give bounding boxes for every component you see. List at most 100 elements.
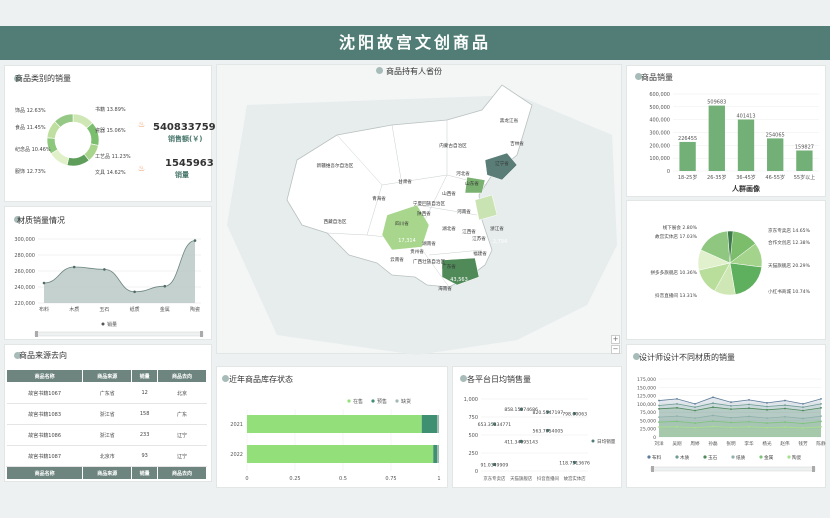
y-tick-label: 75,000 <box>640 410 656 416</box>
map-panel: 商品持有人省份 新疆维吾尔自治区 西藏自治区 青海省 甘肃省 四川省 云南省 贵州省 广西壮族… <box>216 64 623 355</box>
page-title: 沈阳故宫文创商品 <box>0 26 830 60</box>
table-row[interactable]: 故宫书籍1083 浙江省 158 广东 <box>6 403 207 425</box>
y-tick-label: 280,000 <box>14 253 35 259</box>
y-tick-label: 175,000 <box>637 377 656 383</box>
legend-marker <box>591 439 595 443</box>
series-point <box>694 422 696 424</box>
bar-value-label: 159827 <box>795 144 814 150</box>
x-tick-label: 钱芳 <box>798 440 808 447</box>
x-tick-label: 18-25岁 <box>678 174 698 181</box>
series-point <box>766 426 768 429</box>
series-point <box>802 427 804 429</box>
table-row[interactable]: 故宫书籍1086 浙江省 233 辽宁 <box>6 424 207 446</box>
x-tick-label: 赵伟 <box>780 440 790 447</box>
bar <box>796 150 813 171</box>
series-point <box>676 415 678 418</box>
series-point <box>802 422 804 425</box>
series-point <box>820 406 822 409</box>
zoom-in-button[interactable]: + <box>611 335 620 344</box>
province-label: 陕西省 <box>417 210 431 217</box>
province-label: 河北省 <box>456 170 470 177</box>
table-cell: 广东省 <box>82 382 132 404</box>
series-point <box>820 397 822 400</box>
table-row[interactable]: 故宫书籍1087 北京市 93 辽宁 <box>6 445 207 467</box>
x-tick-label: 孙磊 <box>708 440 718 447</box>
y-tick-label: 260,000 <box>14 269 35 275</box>
y-tick-label: 150,000 <box>637 385 656 391</box>
category-panel: 商品类别的销量 书籍 13.89% 瓷器 15.06% 工艺品 11.23% 文具 1… <box>4 65 233 202</box>
legend-marker <box>101 322 105 326</box>
series-point <box>766 408 768 411</box>
bar-value-label: 509683 <box>707 100 726 106</box>
table-row[interactable]: 故宫书籍1067 广东省 12 北京 <box>6 382 207 404</box>
province-label: 湖北省 <box>442 225 456 232</box>
x-tick-label: 张明 <box>726 440 736 447</box>
legend-marker <box>675 455 679 459</box>
province-label: 浙江省 <box>490 225 504 232</box>
province-label: 云南省 <box>390 256 404 263</box>
y-tick-label: 500,000 <box>649 105 670 111</box>
series-point <box>694 402 696 405</box>
y-tick-label: 2022 <box>230 452 243 458</box>
series-point <box>694 417 696 420</box>
legend-label: 陶瓷 <box>792 454 802 461</box>
series-point <box>712 402 714 405</box>
y-tick-label: 2021 <box>230 422 243 428</box>
legend-label: 金属 <box>764 454 774 461</box>
legend-marker <box>647 455 651 459</box>
area-point <box>42 281 46 285</box>
table-cell: 北京 <box>157 382 207 404</box>
y-tick-label: 500 <box>468 433 478 439</box>
table-cell: 北京市 <box>82 445 132 467</box>
zoom-slider-handle <box>651 466 654 472</box>
x-tick-label: 天猫旗舰店 <box>510 475 533 482</box>
table-cell: 辽宁 <box>157 424 207 446</box>
table-cell: 233 <box>131 424 158 446</box>
province-map[interactable]: 新疆维吾尔自治区西藏自治区 青海省 甘肃省四川省云南省贵州省广西壮族自治区广东省 湖南… <box>217 65 623 355</box>
province-label: 新疆维吾尔自治区 <box>317 162 354 169</box>
x-tick-label: 55岁以上 <box>794 174 815 181</box>
series-point <box>694 409 696 412</box>
inventory-bar-chart: 在售 预售 缺货 0 0.25 0.5 0.75 1 2021 2022 <box>230 398 440 482</box>
fire-icon: ♨ <box>138 164 146 173</box>
qty-value: 1545963 <box>165 158 214 169</box>
y-tick-label: 300,000 <box>649 131 670 137</box>
province-label: 福建省 <box>473 250 487 257</box>
series-point <box>748 415 750 418</box>
x-tick-label: 京东专卖店 <box>483 475 506 482</box>
panel-title: 商品类别的销量 <box>15 74 71 83</box>
table-footer-cell: 商品来源 <box>82 466 133 480</box>
province-label: 青海省 <box>372 195 386 202</box>
pie-label: 拼多多旗舰店 10.36% <box>650 269 697 276</box>
zoom-slider-handle <box>35 331 38 337</box>
x-tick-label: 李华 <box>744 440 754 447</box>
table-footer-cell: 商品去向 <box>156 466 208 480</box>
material-area-chart: 220,000 240,000 260,000 280,000 300,000 布料 木质 玉… <box>14 237 204 337</box>
province-label: 江西省 <box>462 228 476 235</box>
zoom-out-button[interactable]: − <box>611 345 620 354</box>
province-label: 贵州省 <box>410 248 424 255</box>
province-label: 辽宁省 <box>495 160 509 167</box>
category-donut-chart: 书籍 13.89% 瓷器 15.06% 工艺品 11.23% 文具 14.62% 服饰 … <box>15 106 131 176</box>
series-point <box>694 426 696 429</box>
series-point <box>676 425 678 428</box>
bar-value-label: 226455 <box>678 136 697 142</box>
legend-marker <box>395 399 399 403</box>
x-tick-label: 陶瓷 <box>190 306 200 313</box>
series-point <box>730 426 732 429</box>
y-tick-label: 0 <box>475 469 478 475</box>
designer-line-chart: 0 25,000 50,000 75,000 100,000 125,000 150,000… <box>637 377 826 472</box>
sales-panel: 商品销量 0 100,000 200,000 300,000 400,000 500,00… <box>626 65 826 197</box>
donut-label: 文具 14.62% <box>95 169 126 176</box>
series-point <box>712 406 714 409</box>
zoom-slider-track <box>34 331 204 337</box>
point-label: 798.00063 <box>562 412 587 418</box>
y-tick-label: 25,000 <box>640 427 656 433</box>
pie-label: 小红书商城 10.74% <box>768 288 811 295</box>
series-point <box>820 415 822 418</box>
y-tick-label: 600,000 <box>649 92 670 98</box>
series-point <box>784 399 786 402</box>
y-tick-label: 200,000 <box>649 143 670 149</box>
legend-label: 缺货 <box>401 398 411 405</box>
x-tick-label: 周婷 <box>690 440 700 447</box>
